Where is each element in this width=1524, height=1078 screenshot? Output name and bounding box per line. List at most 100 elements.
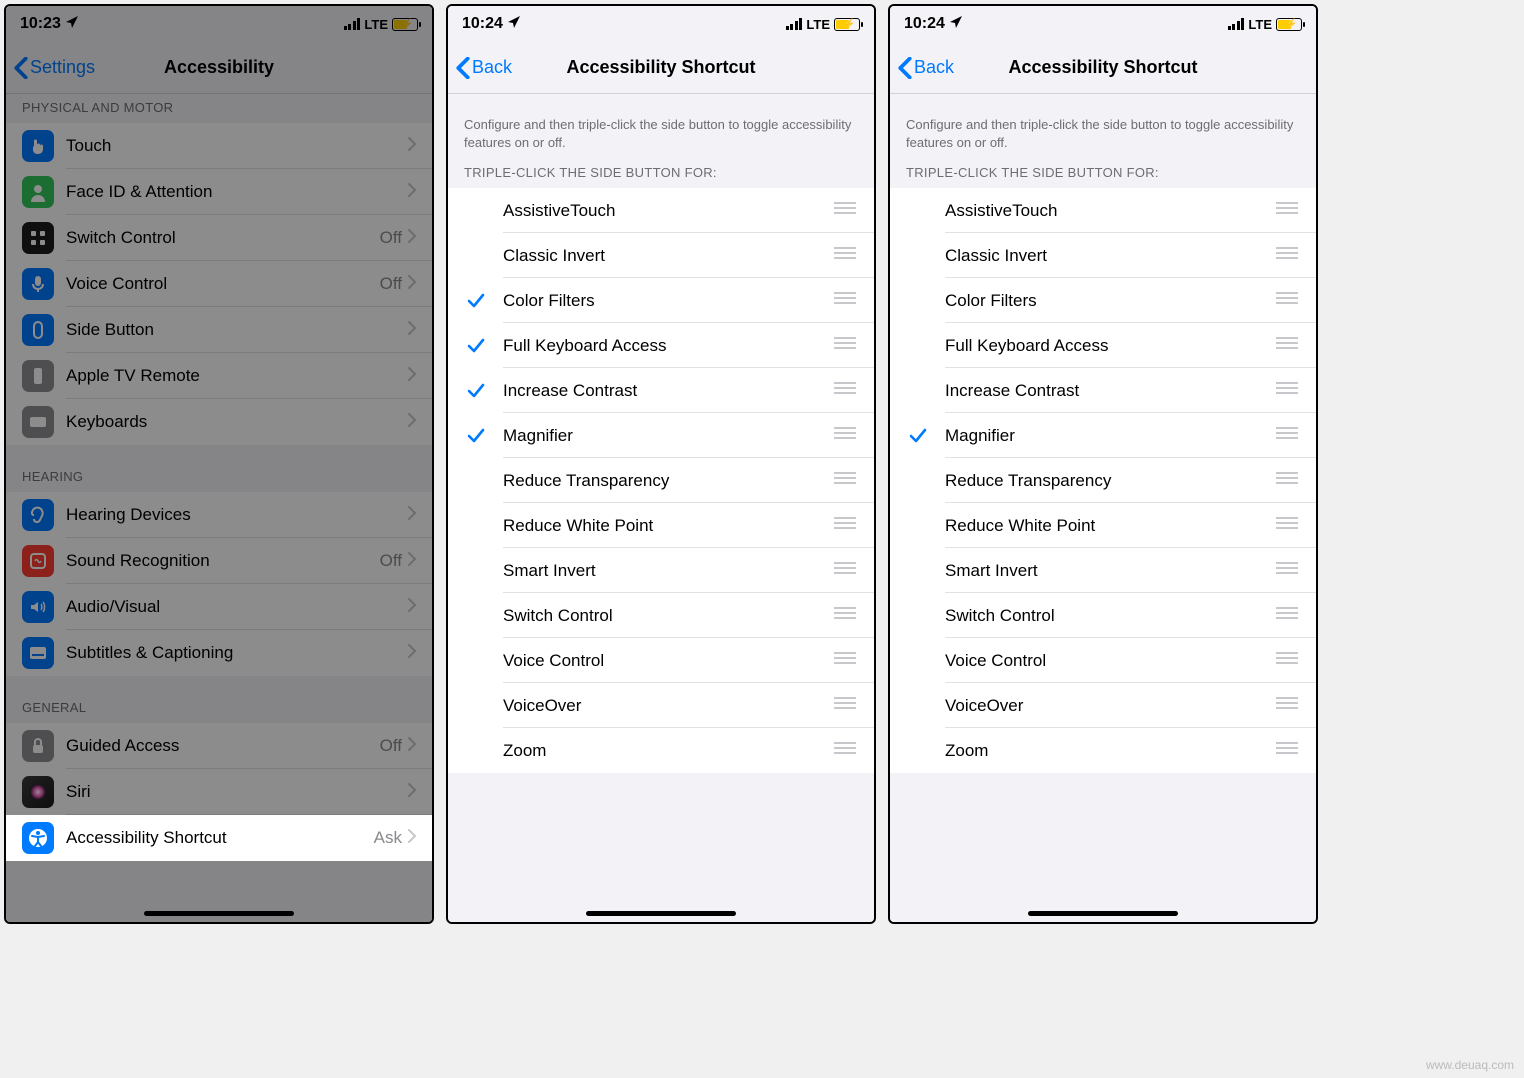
screen-shortcut-one-checked: 10:24 LTE ⚡ Back Accessibility Shortcut … — [888, 4, 1318, 924]
shortcut-row[interactable]: Switch Control — [890, 593, 1316, 638]
shortcut-row[interactable]: Voice Control — [448, 638, 874, 683]
drag-handle-icon[interactable] — [1272, 246, 1302, 265]
battery-icon: ⚡ — [834, 18, 860, 31]
watermark: www.deuaq.com — [1426, 1058, 1514, 1072]
back-button[interactable]: Back — [890, 57, 954, 79]
drag-handle-icon[interactable] — [1272, 381, 1302, 400]
sound-icon — [22, 545, 54, 577]
drag-handle-icon[interactable] — [830, 696, 860, 715]
row-keyboards[interactable]: Keyboards — [6, 399, 432, 445]
drag-handle-icon[interactable] — [830, 561, 860, 580]
back-button[interactable]: Back — [448, 57, 512, 79]
row-value: Off — [380, 736, 402, 756]
drag-handle-icon[interactable] — [830, 741, 860, 760]
shortcut-label: Voice Control — [945, 651, 1272, 671]
row-label: Voice Control — [66, 274, 380, 294]
shortcut-label: Reduce White Point — [945, 516, 1272, 536]
drag-handle-icon[interactable] — [830, 246, 860, 265]
drag-handle-icon[interactable] — [830, 381, 860, 400]
shortcut-row[interactable]: Voice Control — [890, 638, 1316, 683]
drag-handle-icon[interactable] — [830, 336, 860, 355]
battery-icon: ⚡ — [1276, 18, 1302, 31]
signal-icon — [344, 18, 361, 30]
shortcut-label: VoiceOver — [503, 696, 830, 716]
row-voice-control[interactable]: Voice Control Off — [6, 261, 432, 307]
shortcut-row[interactable]: Zoom — [890, 728, 1316, 773]
shortcut-row[interactable]: Magnifier — [890, 413, 1316, 458]
shortcut-row[interactable]: Smart Invert — [448, 548, 874, 593]
home-indicator[interactable] — [586, 911, 736, 916]
shortcut-row[interactable]: Full Keyboard Access — [890, 323, 1316, 368]
shortcut-row[interactable]: AssistiveTouch — [890, 188, 1316, 233]
drag-handle-icon[interactable] — [830, 471, 860, 490]
drag-handle-icon[interactable] — [830, 291, 860, 310]
shortcut-row[interactable]: Smart Invert — [890, 548, 1316, 593]
chevron-right-icon — [408, 644, 416, 663]
drag-handle-icon[interactable] — [830, 516, 860, 535]
status-bar: 10:24 LTE ⚡ — [890, 6, 1316, 42]
home-indicator[interactable] — [1028, 911, 1178, 916]
drag-handle-icon[interactable] — [1272, 561, 1302, 580]
shortcut-row[interactable]: Color Filters — [890, 278, 1316, 323]
shortcut-row[interactable]: Reduce Transparency — [448, 458, 874, 503]
row-accessibility-shortcut[interactable]: Accessibility Shortcut Ask — [6, 815, 432, 861]
shortcut-row[interactable]: Full Keyboard Access — [448, 323, 874, 368]
shortcut-row[interactable]: Zoom — [448, 728, 874, 773]
shortcut-label: AssistiveTouch — [945, 201, 1272, 221]
row-switch-control[interactable]: Switch Control Off — [6, 215, 432, 261]
row-touch[interactable]: Touch — [6, 123, 432, 169]
shortcut-row[interactable]: Switch Control — [448, 593, 874, 638]
drag-handle-icon[interactable] — [830, 606, 860, 625]
drag-handle-icon[interactable] — [1272, 426, 1302, 445]
home-indicator[interactable] — [144, 911, 294, 916]
back-button[interactable]: Settings — [6, 57, 95, 79]
shortcut-row[interactable]: Classic Invert — [890, 233, 1316, 278]
drag-handle-icon[interactable] — [1272, 291, 1302, 310]
location-icon — [507, 15, 521, 34]
row-hearing-devices[interactable]: Hearing Devices — [6, 492, 432, 538]
shortcut-row[interactable]: Classic Invert — [448, 233, 874, 278]
shortcut-label: Increase Contrast — [503, 381, 830, 401]
shortcut-row[interactable]: Magnifier — [448, 413, 874, 458]
shortcut-row[interactable]: AssistiveTouch — [448, 188, 874, 233]
shortcut-row[interactable]: Color Filters — [448, 278, 874, 323]
shortcut-row[interactable]: Reduce White Point — [890, 503, 1316, 548]
row-siri[interactable]: Siri — [6, 769, 432, 815]
row-label: Accessibility Shortcut — [66, 828, 374, 848]
row-guided-access[interactable]: Guided Access Off — [6, 723, 432, 769]
row-side-button[interactable]: Side Button — [6, 307, 432, 353]
location-icon — [949, 15, 963, 34]
drag-handle-icon[interactable] — [830, 426, 860, 445]
shortcut-row[interactable]: VoiceOver — [890, 683, 1316, 728]
shortcut-row[interactable]: Reduce White Point — [448, 503, 874, 548]
row-label: Audio/Visual — [66, 597, 408, 617]
row-sound-recognition[interactable]: Sound Recognition Off — [6, 538, 432, 584]
drag-handle-icon[interactable] — [830, 201, 860, 220]
row-audio-visual[interactable]: Audio/Visual — [6, 584, 432, 630]
row-subtitles[interactable]: Subtitles & Captioning — [6, 630, 432, 676]
chevron-right-icon — [408, 137, 416, 156]
drag-handle-icon[interactable] — [1272, 606, 1302, 625]
drag-handle-icon[interactable] — [1272, 471, 1302, 490]
shortcut-label: Reduce Transparency — [945, 471, 1272, 491]
shortcut-row[interactable]: Increase Contrast — [448, 368, 874, 413]
drag-handle-icon[interactable] — [1272, 741, 1302, 760]
drag-handle-icon[interactable] — [1272, 201, 1302, 220]
status-time: 10:24 — [904, 15, 945, 33]
drag-handle-icon[interactable] — [1272, 696, 1302, 715]
shortcut-row[interactable]: Increase Contrast — [890, 368, 1316, 413]
shortcut-label: Voice Control — [503, 651, 830, 671]
shortcut-label: AssistiveTouch — [503, 201, 830, 221]
section-header-triple-click: TRIPLE-CLICK THE SIDE BUTTON FOR: — [448, 161, 874, 188]
row-label: Keyboards — [66, 412, 408, 432]
chevron-right-icon — [408, 737, 416, 756]
accessibility-icon — [22, 822, 54, 854]
shortcut-row[interactable]: VoiceOver — [448, 683, 874, 728]
drag-handle-icon[interactable] — [830, 651, 860, 670]
row-faceid[interactable]: Face ID & Attention — [6, 169, 432, 215]
drag-handle-icon[interactable] — [1272, 336, 1302, 355]
row-apple-tv-remote[interactable]: Apple TV Remote — [6, 353, 432, 399]
shortcut-row[interactable]: Reduce Transparency — [890, 458, 1316, 503]
drag-handle-icon[interactable] — [1272, 516, 1302, 535]
drag-handle-icon[interactable] — [1272, 651, 1302, 670]
